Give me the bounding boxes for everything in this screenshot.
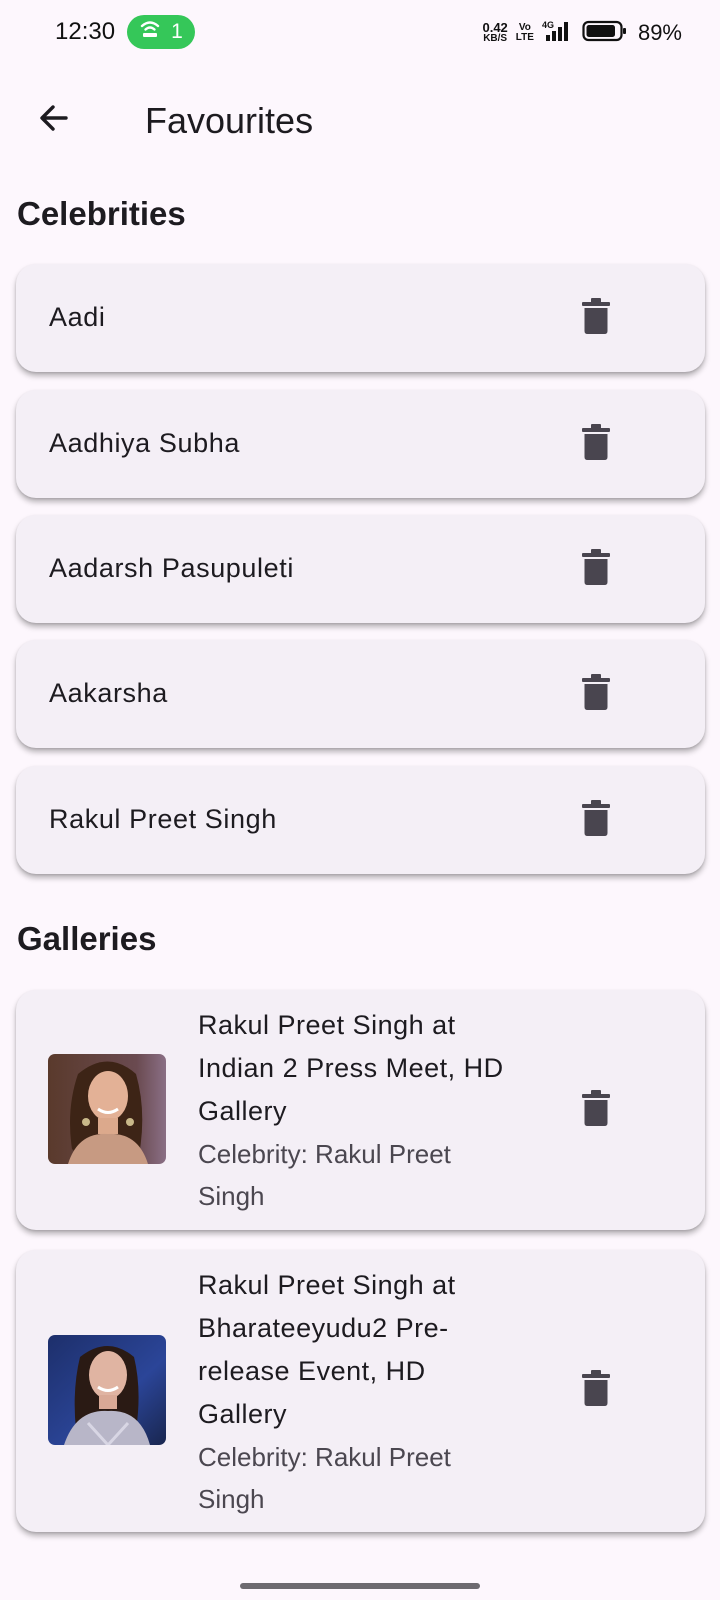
gallery-card[interactable]: Rakul Preet Singh at Bharateeyudu2 Pre-r… [16,1250,705,1532]
delete-gallery-button[interactable] [574,1365,618,1415]
delete-celebrity-button[interactable] [574,795,618,845]
delete-celebrity-button[interactable] [574,544,618,594]
signal-icon: 4G [542,19,574,48]
gallery-text: Rakul Preet Singh at Indian 2 Press Meet… [198,1004,518,1217]
trash-icon [581,1369,611,1412]
celebrity-card[interactable]: Aadhiya Subha [16,390,705,498]
trash-icon [581,1089,611,1132]
trash-icon [581,548,611,591]
network-speed-value: 0.42 [482,20,508,35]
celebrity-name: Aakarsha [49,678,168,708]
network-type-label: 4G [542,20,554,30]
status-icons: 0.42 KB/S Vo LTE 4G 89% [482,18,682,48]
hotspot-icon [139,18,161,46]
battery-percent: 89% [637,20,682,45]
arrow-left-icon [36,100,72,141]
favourites-screen: 12:30 1 0.42 KB/S Vo LTE 4G 89% Favourit… [0,0,720,1600]
delete-gallery-button[interactable] [574,1085,618,1135]
delete-celebrity-button[interactable] [574,419,618,469]
galleries-heading: Galleries [17,920,157,957]
gallery-thumbnail [48,1335,166,1445]
celebrity-name: Aadhiya Subha [49,428,240,458]
trash-icon [581,423,611,466]
celebrity-card[interactable]: Aakarsha [16,640,705,748]
delete-celebrity-button[interactable] [574,293,618,343]
gallery-title: Rakul Preet Singh at Bharateeyudu2 Pre-r… [198,1270,456,1429]
celebrity-name: Aadi [49,302,106,332]
gallery-title: Rakul Preet Singh at Indian 2 Press Meet… [198,1010,504,1126]
hotspot-count: 1 [171,20,183,43]
trash-icon [581,673,611,716]
delete-celebrity-button[interactable] [574,669,618,719]
battery-icon [582,19,628,48]
volte-indicator: Vo LTE [516,23,534,43]
home-indicator[interactable] [240,1583,480,1589]
status-bar: 12:30 1 0.42 KB/S Vo LTE 4G 89% [0,0,720,68]
gallery-text: Rakul Preet Singh at Bharateeyudu2 Pre-r… [198,1264,518,1520]
gallery-card[interactable]: Rakul Preet Singh at Indian 2 Press Meet… [16,990,705,1230]
gallery-celebrity: Celebrity: Rakul Preet Singh [198,1442,451,1514]
volte-bottom-label: LTE [515,32,534,43]
gallery-celebrity: Celebrity: Rakul Preet Singh [198,1139,451,1211]
celebrities-heading: Celebrities [17,195,186,232]
gallery-thumbnail [48,1054,166,1164]
network-speed: 0.42 KB/S [482,20,508,44]
hotspot-indicator: 1 [127,15,195,49]
page-title: Favourites [145,100,314,141]
app-bar: Favourites [0,74,720,164]
celebrity-card[interactable]: Aadarsh Pasupuleti [16,515,705,623]
status-time: 12:30 [55,18,116,45]
trash-icon [581,799,611,842]
celebrity-name: Rakul Preet Singh [49,804,277,834]
network-speed-unit: KB/S [483,33,508,44]
celebrity-card[interactable]: Aadi [16,264,705,372]
trash-icon [581,297,611,340]
celebrity-name: Aadarsh Pasupuleti [49,553,294,583]
back-button[interactable] [26,96,82,144]
celebrity-card[interactable]: Rakul Preet Singh [16,766,705,874]
